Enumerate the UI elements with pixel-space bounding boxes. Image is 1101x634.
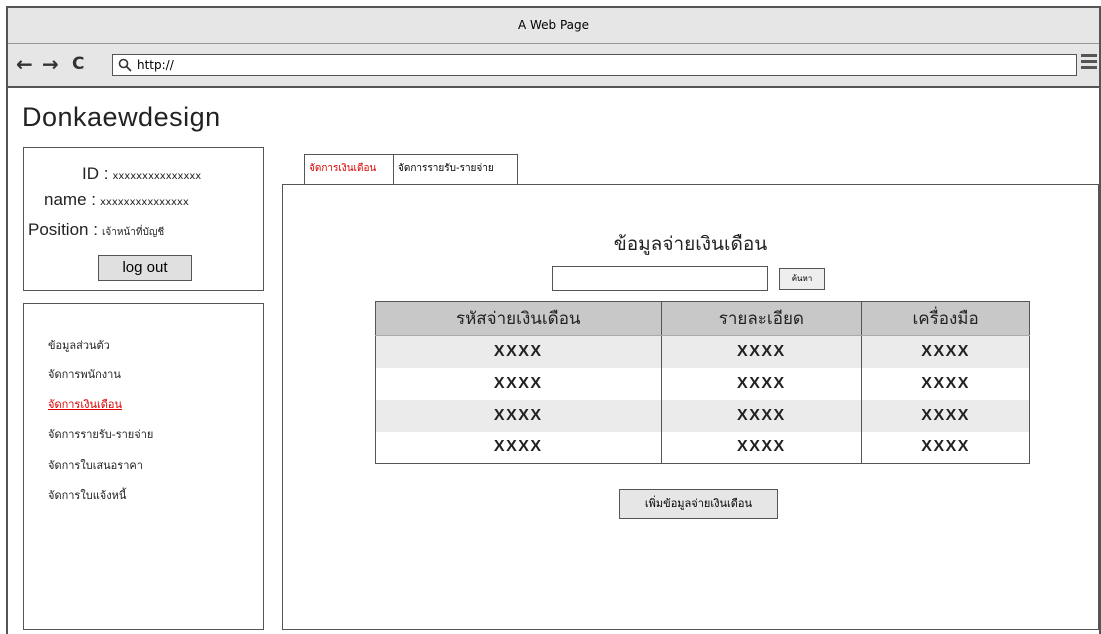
column-header-tools: เครื่องมือ — [861, 301, 1030, 336]
table-cell: XXXX — [375, 399, 662, 432]
table-cell: XXXX — [375, 335, 662, 368]
search-button[interactable]: ค้นหา — [779, 268, 825, 290]
page-title: ข้อมูลจ่ายเงินเดือน — [613, 233, 768, 255]
table-cell: XXXX — [375, 367, 662, 400]
table-cell: XXXX — [660, 431, 863, 464]
user-id-value: xxxxxxxxxxxxxxx — [112, 171, 202, 182]
add-salary-button[interactable]: เพิ่มข้อมูลจ่ายเงินเดือน — [619, 489, 778, 519]
back-icon[interactable]: ← — [16, 52, 33, 76]
table-cell[interactable]: XXXX — [861, 399, 1030, 432]
sidebar-item-salary[interactable]: จัดการเงินเดือน — [48, 395, 122, 413]
address-bar[interactable]: http:// — [112, 54, 1077, 76]
table-row: XXXX XXXX XXXX — [375, 367, 1030, 400]
forward-icon[interactable]: → — [42, 52, 59, 76]
brand-logo: Donkaewdesign — [22, 102, 221, 132]
reload-icon[interactable]: C — [72, 52, 84, 76]
search-icon — [118, 58, 132, 72]
logout-button[interactable]: log out — [98, 255, 192, 281]
user-position-value: เจ้าหน้าที่บัญชี — [101, 227, 165, 238]
table-cell[interactable]: XXXX — [861, 367, 1030, 400]
address-text: http:// — [137, 58, 174, 72]
user-name-row: name : xxxxxxxxxxxxxxx — [44, 190, 189, 210]
main-panel: ข้อมูลจ่ายเงินเดือน ค้นหา รหัสจ่ายเงินเด… — [282, 184, 1099, 630]
window-title: A Web Page — [517, 18, 590, 32]
table-cell[interactable]: XXXX — [861, 431, 1030, 464]
sidebar-item-invoices[interactable]: จัดการใบแจ้งหนี้ — [48, 486, 126, 504]
user-position-row: Position : เจ้าหน้าที่บัญชี — [28, 220, 164, 240]
table-row: XXXX XXXX XXXX — [375, 431, 1030, 464]
sidebar-menu: ข้อมูลส่วนตัว จัดการพนักงาน จัดการเงินเด… — [23, 303, 264, 630]
window-titlebar: A Web Page — [8, 8, 1099, 44]
user-name-value: xxxxxxxxxxxxxxx — [99, 197, 189, 208]
tab-income-expense[interactable]: จัดการรายรับ-รายจ่าย — [393, 154, 518, 184]
browser-toolbar: ← → C http:// — [8, 44, 1099, 88]
table-cell: XXXX — [375, 431, 662, 464]
user-position-label: Position : — [28, 220, 98, 239]
user-name-label: name : — [44, 190, 96, 209]
search-input[interactable] — [552, 266, 768, 291]
salary-table: รหัสจ่ายเงินเดือน รายละเอียด เครื่องมือ … — [375, 301, 1030, 464]
sidebar-item-employees[interactable]: จัดการพนักงาน — [48, 365, 121, 383]
table-cell: XXXX — [660, 399, 863, 432]
tab-salary[interactable]: จัดการเงินเดือน — [304, 154, 394, 184]
table-cell[interactable]: XXXX — [861, 335, 1030, 368]
user-info-panel: ID : xxxxxxxxxxxxxxx name : xxxxxxxxxxxxxx… — [23, 147, 264, 291]
table-row: XXXX XXXX XXXX — [375, 335, 1030, 368]
table-row: XXXX XXXX XXXX — [375, 399, 1030, 432]
sidebar-item-quotations[interactable]: จัดการใบเสนอราคา — [48, 456, 143, 474]
user-id-label: ID : — [82, 164, 109, 183]
table-cell: XXXX — [660, 335, 863, 368]
column-header-salary-id: รหัสจ่ายเงินเดือน — [375, 301, 662, 336]
table-header-row: รหัสจ่ายเงินเดือน รายละเอียด เครื่องมือ — [375, 301, 1030, 336]
table-cell: XXXX — [660, 367, 863, 400]
browser-window: A Web Page ← → C http:// Donkaewdesign I… — [6, 6, 1101, 634]
sidebar-item-income-expense[interactable]: จัดการรายรับ-รายจ่าย — [48, 425, 153, 443]
hamburger-menu-icon[interactable] — [1081, 54, 1097, 74]
column-header-details: รายละเอียด — [660, 301, 863, 336]
sidebar-item-profile[interactable]: ข้อมูลส่วนตัว — [48, 336, 110, 354]
user-id-row: ID : xxxxxxxxxxxxxxx — [82, 164, 201, 184]
